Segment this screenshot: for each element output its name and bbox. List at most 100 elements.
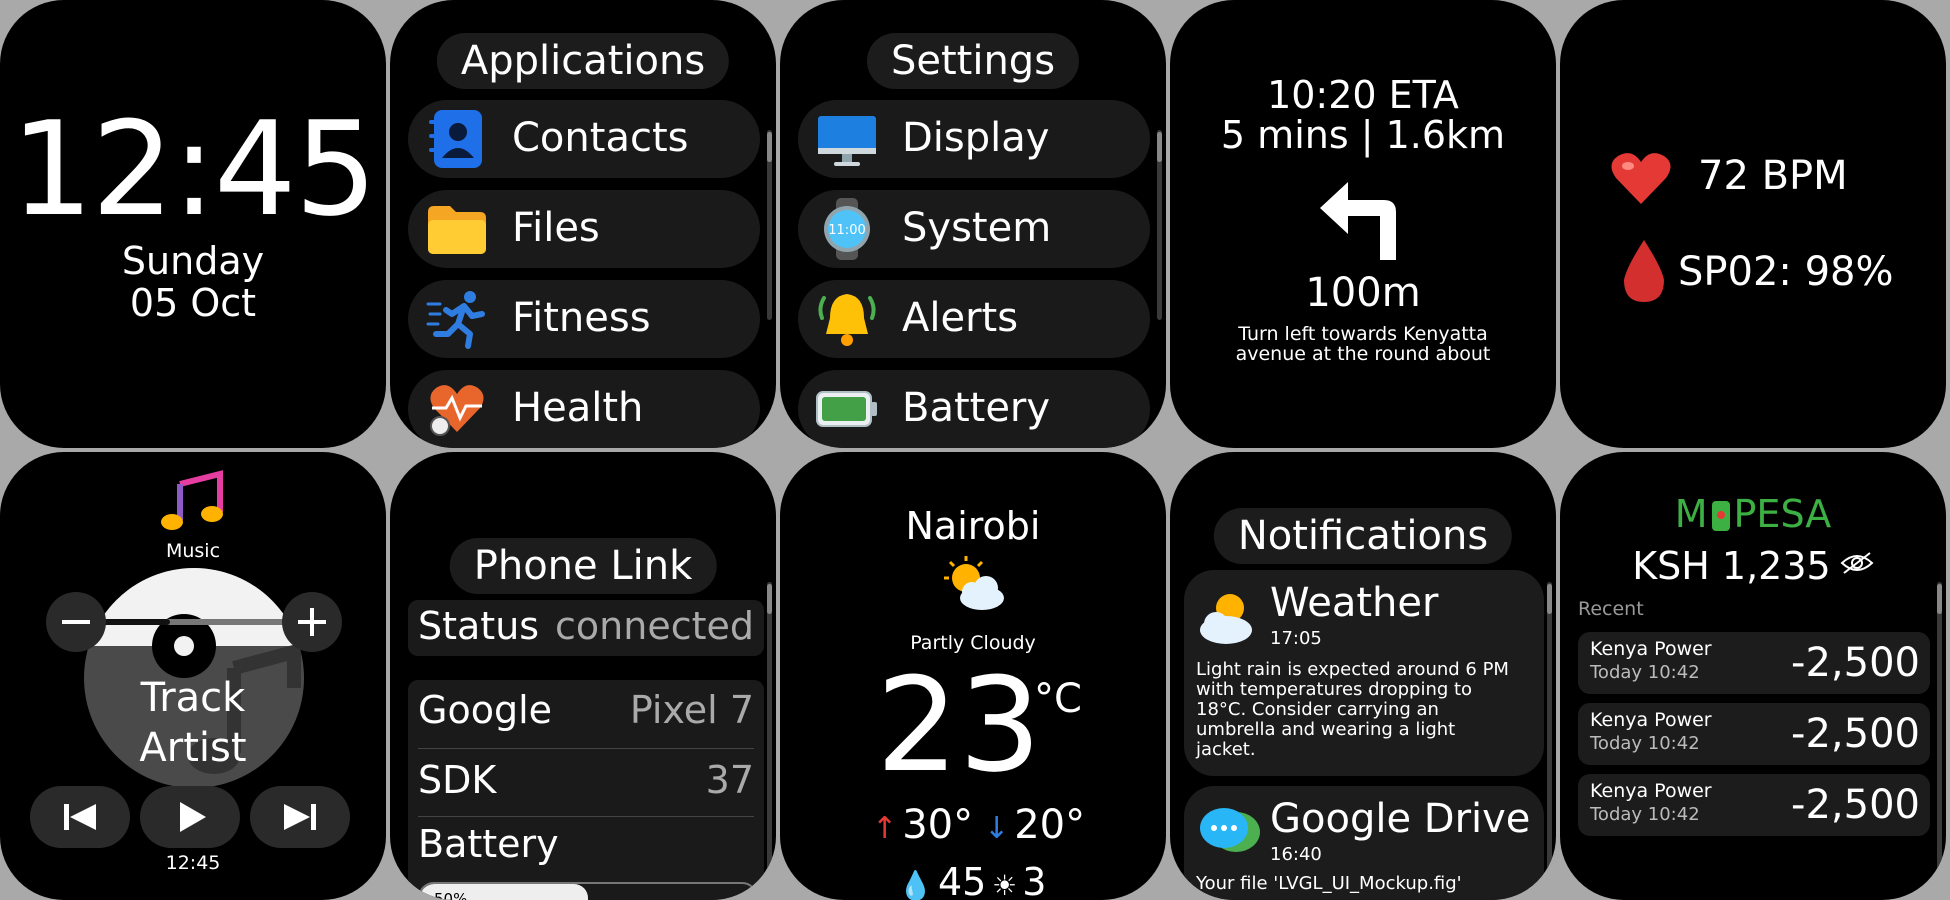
transaction-name: Kenya Power <box>1590 780 1712 802</box>
app-item-contacts[interactable]: Contacts <box>408 100 760 178</box>
mpesa-logo-right: PESA <box>1733 492 1832 536</box>
settings-item-label: Alerts <box>902 295 1019 341</box>
music-app-label: Music <box>165 540 221 562</box>
heart-icon <box>1610 150 1672 210</box>
notification-google-drive[interactable]: Google Drive 16:40 Your file 'LVGL_UI_Mo… <box>1184 786 1544 900</box>
device-info-card: Google Pixel 7 SDK 37 Battery 50% <box>408 680 764 900</box>
app-item-label: Contacts <box>512 115 689 161</box>
settings-item-label: Display <box>902 115 1050 161</box>
app-item-files[interactable]: Files <box>408 190 760 268</box>
notification-body: Your file 'LVGL_UI_Mockup.fig' <box>1196 874 1462 894</box>
transaction-item[interactable]: Kenya Power Today 10:42 -2,500 <box>1578 632 1930 694</box>
status-value: connected <box>555 604 754 648</box>
bell-icon <box>816 288 878 350</box>
volume-track[interactable] <box>90 619 290 625</box>
transaction-item[interactable]: Kenya Power Today 10:42 -2,500 <box>1578 703 1930 765</box>
music-screen: Music Track Artist 12:45 <box>0 452 386 900</box>
clock-time: 12:45 <box>10 93 378 245</box>
partly-cloudy-icon <box>942 556 1008 616</box>
transaction-amount: -2,500 <box>1791 711 1920 757</box>
notification-app: Google Drive <box>1270 796 1531 842</box>
notification-time: 17:05 <box>1270 628 1322 649</box>
page-title: Applications <box>436 33 730 89</box>
spo2-reading: SP02: 98% <box>1678 249 1894 295</box>
turn-distance: 100m <box>1305 270 1421 316</box>
app-item-label: Files <box>512 205 600 251</box>
scrollbar[interactable] <box>1157 130 1162 320</box>
humidity-icon: 💧 <box>898 869 933 900</box>
status-label: Status <box>418 604 540 648</box>
notification-time: 16:40 <box>1270 844 1322 865</box>
health-screen: 72 BPM SP02: 98% <box>1560 0 1946 448</box>
previous-button[interactable] <box>30 786 130 848</box>
music-time: 12:45 <box>165 852 221 874</box>
transaction-item[interactable]: Kenya Power Today 10:42 -2,500 <box>1578 774 1930 836</box>
volume-down-button[interactable] <box>46 592 106 652</box>
app-item-label: Health <box>512 385 644 431</box>
track-title: Track <box>140 675 246 721</box>
music-note-icon <box>160 470 226 538</box>
chat-bubble-icon <box>1196 802 1262 866</box>
settings-item-display[interactable]: Display <box>798 100 1150 178</box>
battery-bar: 50% <box>418 882 758 900</box>
blood-drop-icon <box>1620 238 1668 308</box>
transaction-name: Kenya Power <box>1590 709 1712 731</box>
status-row: Status connected <box>408 600 764 656</box>
next-button[interactable] <box>250 786 350 848</box>
scrollbar[interactable] <box>1547 582 1552 882</box>
uv-sun-icon: ☀ <box>992 869 1018 900</box>
mpesa-screen: M PESA KSH 1,235 Recent Kenya Power Today… <box>1560 452 1946 900</box>
partly-cloudy-icon <box>1196 586 1262 650</box>
phone-icon <box>1711 501 1730 531</box>
clock-date: 05 Oct <box>129 281 257 325</box>
eye-slash-icon[interactable] <box>1840 551 1874 579</box>
watch-icon: 11:00 <box>816 198 878 260</box>
mpesa-logo: M PESA <box>1560 492 1946 536</box>
contacts-icon <box>426 108 488 170</box>
settings-item-label: Battery <box>902 385 1051 431</box>
scrollbar[interactable] <box>1937 582 1942 882</box>
info-row-sdk: SDK 37 <box>418 748 754 817</box>
settings-screen: Settings Display 11:00 System Alerts Bat… <box>780 0 1166 448</box>
transaction-time: Today 10:42 <box>1590 733 1700 754</box>
folder-icon <box>426 198 488 260</box>
battery-icon <box>816 378 878 440</box>
phone-link-screen: Phone Link Status connected Google Pixel… <box>390 452 776 900</box>
notification-weather[interactable]: Weather 17:05 Light rain is expected aro… <box>1184 570 1544 776</box>
notification-body: Light rain is expected around 6 PM with … <box>1196 659 1509 760</box>
arrow-up-icon: ↑ <box>872 811 898 846</box>
transaction-name: Kenya Power <box>1590 638 1712 660</box>
uv-value: 3 <box>1022 860 1047 900</box>
scrollbar[interactable] <box>767 582 772 882</box>
play-button[interactable] <box>140 786 240 848</box>
clock-screen: 12:45 Sunday 05 Oct <box>0 0 386 448</box>
applications-screen: Applications Contacts Files Fitness Heal… <box>390 0 776 448</box>
next-icon <box>284 804 316 830</box>
settings-item-battery[interactable]: Battery <box>798 370 1150 448</box>
settings-item-alerts[interactable]: Alerts <box>798 280 1150 358</box>
info-row-label: SDK <box>418 758 497 802</box>
volume-up-button[interactable] <box>282 592 342 652</box>
info-row-value: Pixel 7 <box>629 688 754 732</box>
track-artist: Artist <box>139 725 247 771</box>
scrollbar[interactable] <box>767 130 772 320</box>
transaction-amount: -2,500 <box>1791 782 1920 828</box>
turn-left-arrow-icon <box>1316 168 1416 268</box>
app-item-fitness[interactable]: Fitness <box>408 280 760 358</box>
uv-row: ☀ 3 <box>992 860 1046 900</box>
svg-text:11:00: 11:00 <box>828 223 865 238</box>
settings-item-system[interactable]: 11:00 System <box>798 190 1150 268</box>
humidity-value: 45 <box>937 860 987 900</box>
battery-label: Battery <box>418 822 559 866</box>
app-item-health[interactable]: Health <box>408 370 760 448</box>
info-row-google: Google Pixel 7 <box>418 680 754 749</box>
page-title: Settings <box>866 33 1080 89</box>
temperature-unit: °C <box>1034 676 1082 722</box>
instruction-line-2: avenue at the round about <box>1235 343 1491 365</box>
balance-row: KSH 1,235 <box>1560 544 1946 588</box>
humidity-row: 💧 45 <box>898 860 986 900</box>
low-temp: 20° <box>1014 802 1086 848</box>
info-row-value: 37 <box>705 758 754 802</box>
high-temp-row: ↑ 30° <box>872 802 973 848</box>
route-summary: 5 mins | 1.6km <box>1220 113 1506 157</box>
